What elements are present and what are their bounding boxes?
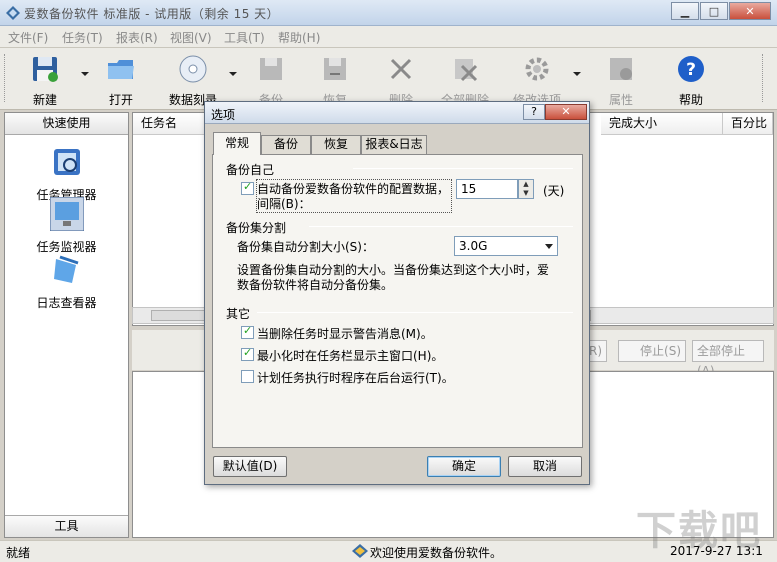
minimize-icon: ▁ [680, 4, 690, 18]
dialog-close-button[interactable]: ✕ [545, 104, 587, 120]
delete-all-icon [455, 59, 478, 82]
backup-icon [260, 58, 282, 80]
cd-icon [179, 55, 207, 83]
new-disk-icon [33, 57, 58, 82]
restore-button[interactable]: 恢复 [320, 54, 350, 107]
toolbar-grip[interactable] [4, 54, 7, 102]
close-icon: ✕ [745, 4, 755, 18]
log-viewer-item[interactable]: 日志查看器 [5, 253, 128, 311]
delete-all-button[interactable]: 全部删除 [440, 54, 490, 107]
group-divider [309, 226, 573, 227]
delete-button[interactable]: 删除 [386, 54, 416, 107]
auto-backup-checkbox[interactable] [241, 180, 254, 195]
split-size-value: 3.0G [459, 239, 488, 253]
menu-tools[interactable]: 工具(T) [224, 29, 265, 46]
tools-footer[interactable]: 工具 [5, 515, 128, 537]
column-completed-size[interactable]: 完成大小 [601, 113, 723, 135]
background-run-label: 计划任务执行时程序在后台运行(T)。 [257, 371, 454, 385]
maximize-button[interactable]: □ [700, 2, 728, 20]
task-manager-item[interactable]: 任务管理器 [5, 145, 128, 203]
tab-general[interactable]: 常规 [213, 132, 261, 155]
tab-backup[interactable]: 备份 [261, 135, 311, 154]
options-dropdown-arrow[interactable] [573, 72, 581, 76]
group-other-label: 其它 [226, 307, 251, 321]
task-manager-icon [53, 149, 80, 175]
background-run-checkbox[interactable] [241, 370, 254, 383]
burn-dropdown-arrow[interactable] [229, 72, 237, 76]
chevron-down-icon [545, 244, 553, 249]
column-percent[interactable]: 百分比 [723, 113, 773, 135]
split-description-line1: 设置备份集自动分割的大小。当备份集达到这个大小时，爱 [237, 263, 550, 277]
spin-up-icon[interactable]: ▲ [519, 180, 533, 189]
general-tab-panel: 备份自己 自动备份爱数备份软件的配置数据， 间隔(B)： 15 ▲ ▼ (天) … [212, 154, 583, 448]
interval-spinner[interactable]: ▲ ▼ [518, 179, 534, 199]
help-icon: ? [678, 56, 704, 82]
status-message: 欢迎使用爱数备份软件。 [370, 546, 503, 560]
group-divider [353, 168, 573, 169]
interval-input[interactable]: 15 [456, 179, 518, 199]
menu-help[interactable]: 帮助(H) [278, 29, 320, 46]
maximize-icon: □ [708, 4, 720, 18]
help-button[interactable]: ? 帮助 [676, 54, 706, 107]
stop-all-button[interactable]: 全部停止(A) [692, 340, 764, 378]
close-icon: ✕ [561, 105, 571, 118]
menu-file[interactable]: 文件(F) [8, 29, 48, 46]
group-self-backup-label: 备份自己 [226, 163, 275, 177]
toolbar-overflow[interactable] [762, 54, 765, 102]
options-icon [525, 57, 549, 81]
watermark-logo: 下载吧 [636, 508, 762, 554]
minimize-taskbar-label: 最小化时在任务栏显示主窗口(H)。 [257, 349, 444, 363]
svg-text:?: ? [686, 60, 696, 80]
spin-down-icon[interactable]: ▼ [519, 189, 533, 198]
delete-icon [390, 58, 412, 80]
ok-button[interactable]: 确定 [427, 456, 501, 477]
new-button[interactable]: 新建 [26, 54, 64, 107]
message-icon [352, 544, 368, 558]
tab-report-log[interactable]: 报表&日志 [361, 135, 427, 154]
warn-on-delete-label: 当删除任务时显示警告消息(M)。 [257, 327, 433, 341]
properties-icon [610, 58, 632, 80]
modify-options-button[interactable]: 修改选项 [512, 54, 562, 107]
stop-button[interactable]: 停止(S) [618, 340, 686, 362]
minimize-taskbar-checkbox[interactable] [241, 346, 254, 361]
tab-restore[interactable]: 恢复 [311, 135, 361, 154]
dialog-titlebar[interactable]: 选项 ? ✕ [205, 102, 589, 124]
app-icon [6, 6, 20, 20]
options-dialog: 选项 ? ✕ 常规 备份 恢复 报表&日志 备份自己 自动备份爱数备份软件的配置… [204, 101, 590, 485]
window-title: 爱数备份软件 标准版 - 试用版（剩余 15 天） [24, 7, 280, 21]
backup-button[interactable]: 备份 [256, 54, 286, 107]
task-monitor-icon [49, 196, 84, 232]
menu-bar: 文件(F) 任务(T) 报表(R) 视图(V) 工具(T) 帮助(H) [0, 26, 777, 48]
log-viewer-icon [53, 255, 78, 283]
restore-icon [324, 58, 346, 80]
properties-button[interactable]: 属性 [606, 54, 636, 107]
menu-view[interactable]: 视图(V) [170, 29, 212, 46]
split-size-select[interactable]: 3.0G [454, 236, 558, 256]
help-question-icon: ? [531, 105, 537, 118]
auto-backup-label-line2: 间隔(B)： [257, 197, 311, 211]
default-values-button[interactable]: 默认值(D) [213, 456, 287, 477]
warn-on-delete-checkbox[interactable] [241, 324, 254, 339]
interval-unit: (天) [543, 184, 565, 198]
folder-icon [108, 60, 134, 79]
group-split-label: 备份集分割 [226, 221, 287, 235]
new-dropdown-arrow[interactable] [81, 72, 89, 76]
status-ready: 就绪 [6, 546, 31, 560]
dialog-title: 选项 [211, 108, 236, 122]
task-monitor-item[interactable]: 任务监视器 [5, 196, 128, 255]
menu-task[interactable]: 任务(T) [62, 29, 103, 46]
quick-use-header[interactable]: 快速使用 [5, 113, 128, 135]
dialog-help-button[interactable]: ? [523, 104, 545, 120]
split-description-line2: 数备份软件将自动分备份集。 [237, 278, 394, 292]
minimize-button[interactable]: ▁ [671, 2, 699, 20]
group-divider [257, 312, 573, 313]
quick-use-pane: 快速使用 任务管理器 任务监视器 日志查看器 工具 [4, 112, 129, 538]
open-button[interactable]: 打开 [104, 54, 138, 107]
main-titlebar: 爱数备份软件 标准版 - 试用版（剩余 15 天） ▁ □ ✕ [0, 0, 777, 26]
split-size-label: 备份集自动分割大小(S)： [237, 240, 374, 254]
burn-button[interactable]: 数据刻录 [168, 54, 218, 107]
close-button[interactable]: ✕ [729, 2, 771, 20]
menu-report[interactable]: 报表(R) [116, 29, 158, 46]
cancel-button[interactable]: 取消 [508, 456, 582, 477]
